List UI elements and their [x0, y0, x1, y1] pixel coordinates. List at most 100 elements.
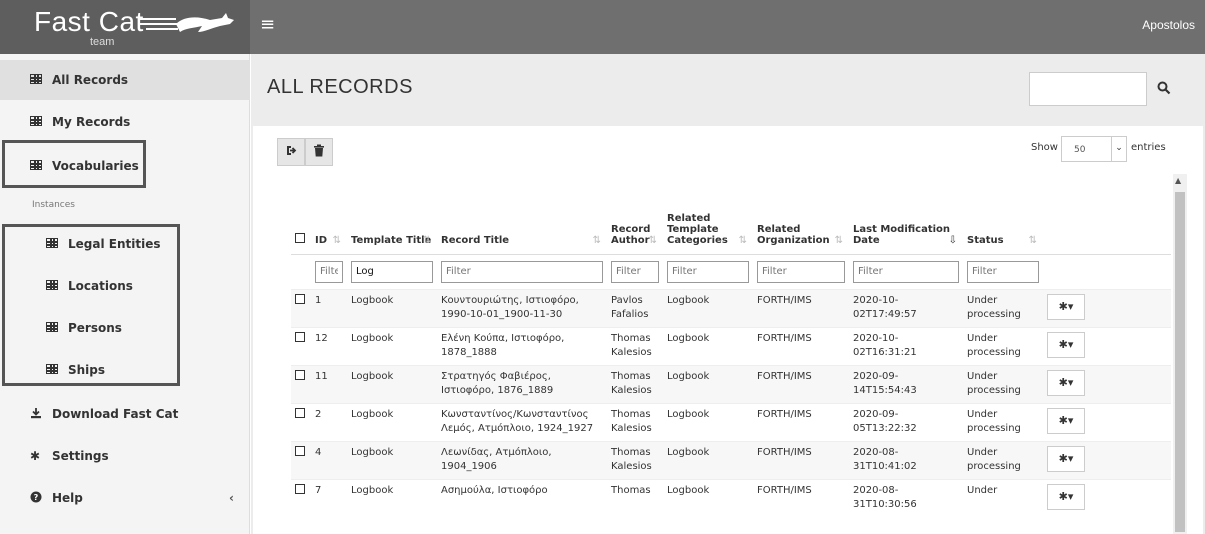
row-checkbox[interactable] — [291, 440, 311, 479]
select-all-checkbox[interactable] — [291, 174, 311, 255]
column-header-record-title[interactable]: Record Title ⇅ — [437, 174, 607, 255]
brand-logo[interactable]: Fast Cat team — [0, 0, 250, 54]
cell-org: FORTH/IMS — [753, 288, 849, 327]
cell-template: Logbook — [347, 440, 437, 479]
gear-icon: ✱▾ — [1058, 375, 1074, 389]
table-row[interactable]: 1 Logbook Κουντουριώτης, Ιστιοφόρο, 1990-1… — [291, 288, 1171, 327]
row-checkbox[interactable] — [291, 364, 311, 403]
table-row[interactable]: 7 Logbook Ασημούλα, Ιστιοφόρο Thomas Logbook… — [291, 478, 1171, 517]
filter-input-template-title[interactable] — [351, 260, 433, 283]
cell-author: Pavlos Fafalios — [607, 288, 663, 327]
cell-date: 2020-09-05T13:22:32 — [849, 402, 963, 441]
hamburger-icon[interactable]: ≡ — [260, 14, 275, 35]
sidebar-item-download[interactable]: Download Fast Cat — [0, 394, 250, 434]
brand-subtitle: team — [90, 36, 115, 48]
chevron-down-icon[interactable]: ⌄ — [1111, 136, 1127, 162]
question-icon: ? — [30, 491, 46, 506]
table-scrollbar[interactable]: ▲ — [1173, 174, 1187, 534]
sort-icon: ⇅ — [592, 234, 601, 246]
row-actions-button[interactable]: ✱▾ — [1047, 407, 1085, 434]
table-row[interactable]: 11 Logbook Στρατηγός Φαβιέρος, Ιστιοφόρο, … — [291, 364, 1171, 403]
column-header-record-author[interactable]: Record Author ⇅ — [607, 174, 663, 255]
sort-icon: ⇅ — [648, 234, 657, 246]
row-actions-button[interactable]: ✱▾ — [1047, 331, 1085, 358]
gear-icon: ✱▾ — [1058, 451, 1074, 465]
cell-author: Thomas Kalesios — [607, 402, 663, 441]
sidebar-item-label: All Records — [52, 73, 129, 87]
cell-category: Logbook — [663, 326, 753, 365]
filter-input-record-author[interactable] — [611, 260, 659, 283]
column-header-related-template-categories[interactable]: Related Template Categories ⇅ — [663, 174, 753, 255]
row-checkbox[interactable] — [291, 478, 311, 517]
sidebar: All Records My Records Vocabularies Inst… — [0, 54, 250, 534]
row-actions-button[interactable]: ✱▾ — [1047, 293, 1085, 320]
filter-input-record-title[interactable] — [441, 260, 603, 283]
cell-template: Logbook — [347, 478, 437, 517]
cell-actions: ✱▾ — [1043, 478, 1171, 517]
search-input[interactable] — [1029, 72, 1147, 106]
cell-title: Κουντουριώτης, Ιστιοφόρο, 1990-10-01_190… — [437, 288, 607, 327]
cell-status: Under processing — [963, 288, 1043, 327]
table-row[interactable]: 4 Logbook Λεωνίδας, Ατμόπλοιο, 1904_1906 Th… — [291, 440, 1171, 479]
cell-org: FORTH/IMS — [753, 478, 849, 517]
scroll-up-icon[interactable]: ▲ — [1175, 176, 1181, 185]
row-actions-button[interactable]: ✱▾ — [1047, 445, 1085, 472]
cell-category: Logbook — [663, 478, 753, 517]
row-checkbox[interactable] — [291, 326, 311, 365]
cell-author: Thomas Kalesios — [607, 326, 663, 365]
table-icon — [30, 115, 46, 129]
filter-input-organization[interactable] — [757, 260, 845, 283]
gear-icon: ✱▾ — [1058, 413, 1074, 427]
sort-icon: ⇅ — [1028, 234, 1037, 246]
table-row[interactable]: 2 Logbook Κωνσταντίνος/Κωνσταντίνος Λεμός,… — [291, 402, 1171, 441]
cell-date: 2020-08-31T10:41:02 — [849, 440, 963, 479]
gear-icon: ✱▾ — [1058, 299, 1074, 313]
search-icon[interactable] — [1157, 80, 1171, 99]
column-header-template-title[interactable]: Template Title ⇅ — [347, 174, 437, 255]
filter-input-status[interactable] — [967, 260, 1039, 283]
sort-icon: ⇅ — [834, 234, 843, 246]
filter-input-date[interactable] — [853, 260, 959, 283]
cell-id: 4 — [311, 440, 347, 479]
sort-desc-icon: ⇩ — [948, 234, 957, 246]
cell-date: 2020-09-14T15:54:43 — [849, 364, 963, 403]
row-checkbox[interactable] — [291, 288, 311, 327]
delete-button[interactable] — [305, 138, 333, 166]
cell-date: 2020-10-02T17:49:57 — [849, 288, 963, 327]
filter-row — [291, 254, 1171, 289]
column-header-last-modification-date[interactable]: Last Modification Date ⇩ — [849, 174, 963, 255]
export-button[interactable] — [277, 138, 305, 166]
cell-category: Logbook — [663, 440, 753, 479]
download-icon — [30, 407, 46, 422]
sidebar-item-label: Download Fast Cat — [52, 407, 179, 421]
cell-id: 12 — [311, 326, 347, 365]
instances-highlight-box — [2, 224, 180, 386]
sidebar-item-label: Settings — [52, 449, 109, 463]
sidebar-item-my-records[interactable]: My Records — [0, 102, 250, 142]
column-header-id[interactable]: ID ⇅ — [311, 174, 347, 255]
sidebar-item-all-records[interactable]: All Records — [0, 60, 250, 100]
cell-template: Logbook — [347, 288, 437, 327]
column-header-related-organization[interactable]: Related Organization ⇅ — [753, 174, 849, 255]
cell-org: FORTH/IMS — [753, 364, 849, 403]
sidebar-item-settings[interactable]: ✱ Settings — [0, 436, 250, 476]
row-checkbox[interactable] — [291, 402, 311, 441]
scrollbar-thumb[interactable] — [1175, 192, 1185, 532]
sign-in-icon — [285, 144, 298, 161]
cell-date: 2020-10-02T16:31:21 — [849, 326, 963, 365]
filter-input-categories[interactable] — [667, 260, 749, 283]
filter-input-id[interactable] — [315, 260, 343, 283]
cell-status: Under processing — [963, 402, 1043, 441]
table-row[interactable]: 12 Logbook Ελένη Κούπα, Ιστιοφόρο, 1878_18… — [291, 326, 1171, 365]
row-actions-button[interactable]: ✱▾ — [1047, 483, 1085, 510]
page-title: ALL RECORDS — [267, 76, 413, 98]
row-actions-button[interactable]: ✱▾ — [1047, 369, 1085, 396]
cell-org: FORTH/IMS — [753, 326, 849, 365]
cell-category: Logbook — [663, 364, 753, 403]
user-menu[interactable]: Apostolos — [1142, 18, 1195, 32]
sidebar-item-help[interactable]: ? Help ‹ — [0, 478, 250, 518]
cell-org: FORTH/IMS — [753, 440, 849, 479]
column-header-status[interactable]: Status ⇅ — [963, 174, 1043, 255]
entries-label: entries — [1131, 142, 1166, 153]
chevron-left-icon: ‹ — [229, 491, 234, 505]
